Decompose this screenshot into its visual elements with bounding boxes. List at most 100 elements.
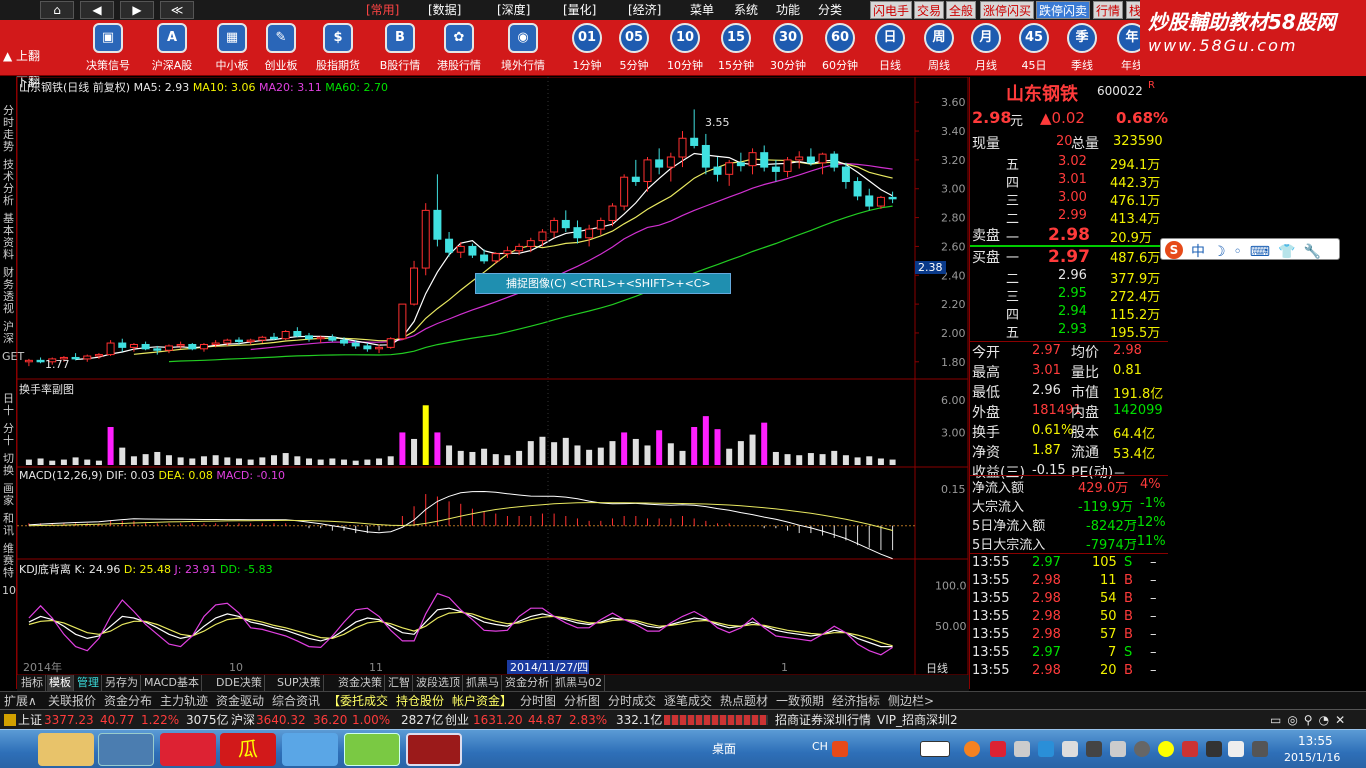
toolbar-item-4[interactable]: $ 股指期货 xyxy=(313,20,363,76)
candle-body[interactable] xyxy=(305,335,314,340)
toolbar-item-2[interactable]: ▦ 中小板 xyxy=(207,20,257,76)
menu-changyong[interactable]: [常用] xyxy=(366,1,399,19)
candle-body[interactable] xyxy=(94,354,103,357)
menu-shendu[interactable]: [深度] xyxy=(497,1,530,19)
candle-body[interactable] xyxy=(106,342,115,356)
candle-body[interactable] xyxy=(888,196,897,200)
alert-tray-icon[interactable] xyxy=(1182,741,1198,757)
candle-body[interactable] xyxy=(386,338,395,348)
candle-body[interactable] xyxy=(398,303,407,340)
left-tab-0[interactable]: 分时走势 xyxy=(2,105,15,153)
menu-caidan[interactable]: 菜单 xyxy=(690,1,714,19)
candle-body[interactable] xyxy=(876,196,885,207)
stock-app-task-icon[interactable] xyxy=(406,733,462,766)
candle-body[interactable] xyxy=(141,343,150,350)
capture-tooltip[interactable]: 捕捉图像(C) <CTRL>+<SHIFT>+<C> xyxy=(475,273,731,294)
left-tab-1[interactable]: 技术分析 xyxy=(2,159,15,207)
candle-body[interactable] xyxy=(211,342,220,345)
bird-task-icon[interactable] xyxy=(282,733,338,766)
indicator-tab-7[interactable]: 资金决策 xyxy=(336,675,385,691)
cy-label[interactable]: 创业 xyxy=(445,712,469,728)
candle-body[interactable] xyxy=(631,176,640,183)
candle-body[interactable] xyxy=(725,162,734,175)
left-tab-11[interactable]: 维赛特 xyxy=(2,543,15,579)
indicator-tab-1[interactable]: 模板 xyxy=(47,675,74,691)
left-tab-3[interactable]: 财务透视 xyxy=(2,267,15,315)
candle-body[interactable] xyxy=(234,339,243,343)
candle-body[interactable] xyxy=(340,339,349,344)
period-button-6[interactable]: 日日线 xyxy=(866,20,914,76)
candle-body[interactable] xyxy=(526,240,535,247)
sh-label[interactable]: 上证 xyxy=(18,712,42,728)
candle-body[interactable] xyxy=(830,153,839,168)
server-name[interactable]: 招商证券深圳行情 xyxy=(775,712,871,728)
candle-body[interactable] xyxy=(445,238,454,253)
left-tab-8[interactable]: 切换 xyxy=(2,453,15,477)
candle-body[interactable] xyxy=(375,346,384,350)
sell-price-3[interactable]: 2.99 xyxy=(1058,208,1087,223)
candle-body[interactable] xyxy=(316,336,325,340)
candle-body[interactable] xyxy=(771,166,780,172)
candle-body[interactable] xyxy=(199,343,208,350)
sell-price-1[interactable]: 3.01 xyxy=(1058,172,1087,187)
candle-body[interactable] xyxy=(491,253,500,262)
candle-body[interactable] xyxy=(643,159,652,183)
candle-body[interactable] xyxy=(620,176,629,207)
func-item-8[interactable]: 帐户资金】 xyxy=(452,693,512,709)
toolbar-item-1[interactable]: A 沪深A股 xyxy=(147,20,197,76)
candle-body[interactable] xyxy=(783,159,792,172)
indicator-tab-11[interactable]: 资金分析 xyxy=(503,675,552,691)
candle-body[interactable] xyxy=(795,156,804,161)
candle-body[interactable] xyxy=(701,144,710,168)
network-tray-icon[interactable] xyxy=(1062,741,1078,757)
candle-body[interactable] xyxy=(608,205,617,221)
shield-tray-icon[interactable] xyxy=(1038,741,1054,757)
ime-tray-icon[interactable] xyxy=(832,741,848,757)
app-tray-icon[interactable] xyxy=(964,741,980,757)
melon-task-icon[interactable]: 瓜 xyxy=(220,733,276,766)
func-item-5[interactable]: 综合资讯 xyxy=(272,693,320,709)
candle-body[interactable] xyxy=(269,336,278,340)
func-item-4[interactable]: 资金驱动 xyxy=(216,693,264,709)
left-tab-6[interactable]: 日十 xyxy=(2,393,15,417)
candle-body[interactable] xyxy=(223,339,232,344)
vip-server[interactable]: VIP_招商深圳2 xyxy=(877,712,958,728)
menu-gongneng[interactable]: 功能 xyxy=(776,1,800,19)
menu-xitong[interactable]: 系统 xyxy=(734,1,758,19)
gift-tray-icon[interactable] xyxy=(990,741,1006,757)
ime-toolbar[interactable]: S 中☽◦⌨👕🔧 xyxy=(1160,238,1340,260)
func-item-15[interactable]: 经济指标 xyxy=(832,693,880,709)
menu-fenlei[interactable]: 分类 xyxy=(818,1,842,19)
func-item-11[interactable]: 分时成交 xyxy=(608,693,656,709)
toolbar-item-7[interactable]: ◉ 境外行情 xyxy=(498,20,548,76)
candle-body[interactable] xyxy=(713,166,722,175)
func-item-16[interactable]: 侧边栏> xyxy=(888,693,934,709)
candle-body[interactable] xyxy=(36,359,45,363)
period-button-4[interactable]: 30 30分钟 xyxy=(764,20,812,76)
buy-price-3[interactable]: 2.94 xyxy=(1058,304,1087,319)
home-button[interactable]: ⌂ xyxy=(40,1,74,19)
tab-shandianshou[interactable]: 闪电手 xyxy=(870,1,913,19)
left-tab-9[interactable]: 画家 xyxy=(2,483,15,507)
tab-jiaoyi[interactable]: 交易 xyxy=(914,1,945,19)
candle-body[interactable] xyxy=(550,219,559,233)
buy-price-4[interactable]: 2.93 xyxy=(1058,322,1087,337)
candle-body[interactable] xyxy=(853,181,862,197)
indicator-tab-12[interactable]: 抓黑马02 xyxy=(553,675,605,691)
candle-body[interactable] xyxy=(176,343,185,347)
tab-zhangting[interactable]: 涨停闪买 xyxy=(980,1,1035,19)
period-button-0[interactable]: 01 1分钟 xyxy=(563,20,611,76)
status-icons[interactable]: ▭◎⚲◔✕ xyxy=(1270,712,1351,728)
candle-body[interactable] xyxy=(164,345,173,351)
menu-shuju[interactable]: [数据] xyxy=(428,1,461,19)
left-tab-2[interactable]: 基本资料 xyxy=(2,213,15,261)
indicator-tab-10[interactable]: 抓黑马 xyxy=(464,675,502,691)
candle-body[interactable] xyxy=(561,219,570,229)
indicator-tab-3[interactable]: 另存为 xyxy=(103,675,141,691)
candle-body[interactable] xyxy=(351,342,360,347)
left-tab-5[interactable]: GET xyxy=(2,351,24,363)
candle-body[interactable] xyxy=(760,152,769,168)
indicator-tab-0[interactable]: 指标 xyxy=(19,675,46,691)
candle-body[interactable] xyxy=(841,166,850,183)
candle-body[interactable] xyxy=(468,245,477,256)
